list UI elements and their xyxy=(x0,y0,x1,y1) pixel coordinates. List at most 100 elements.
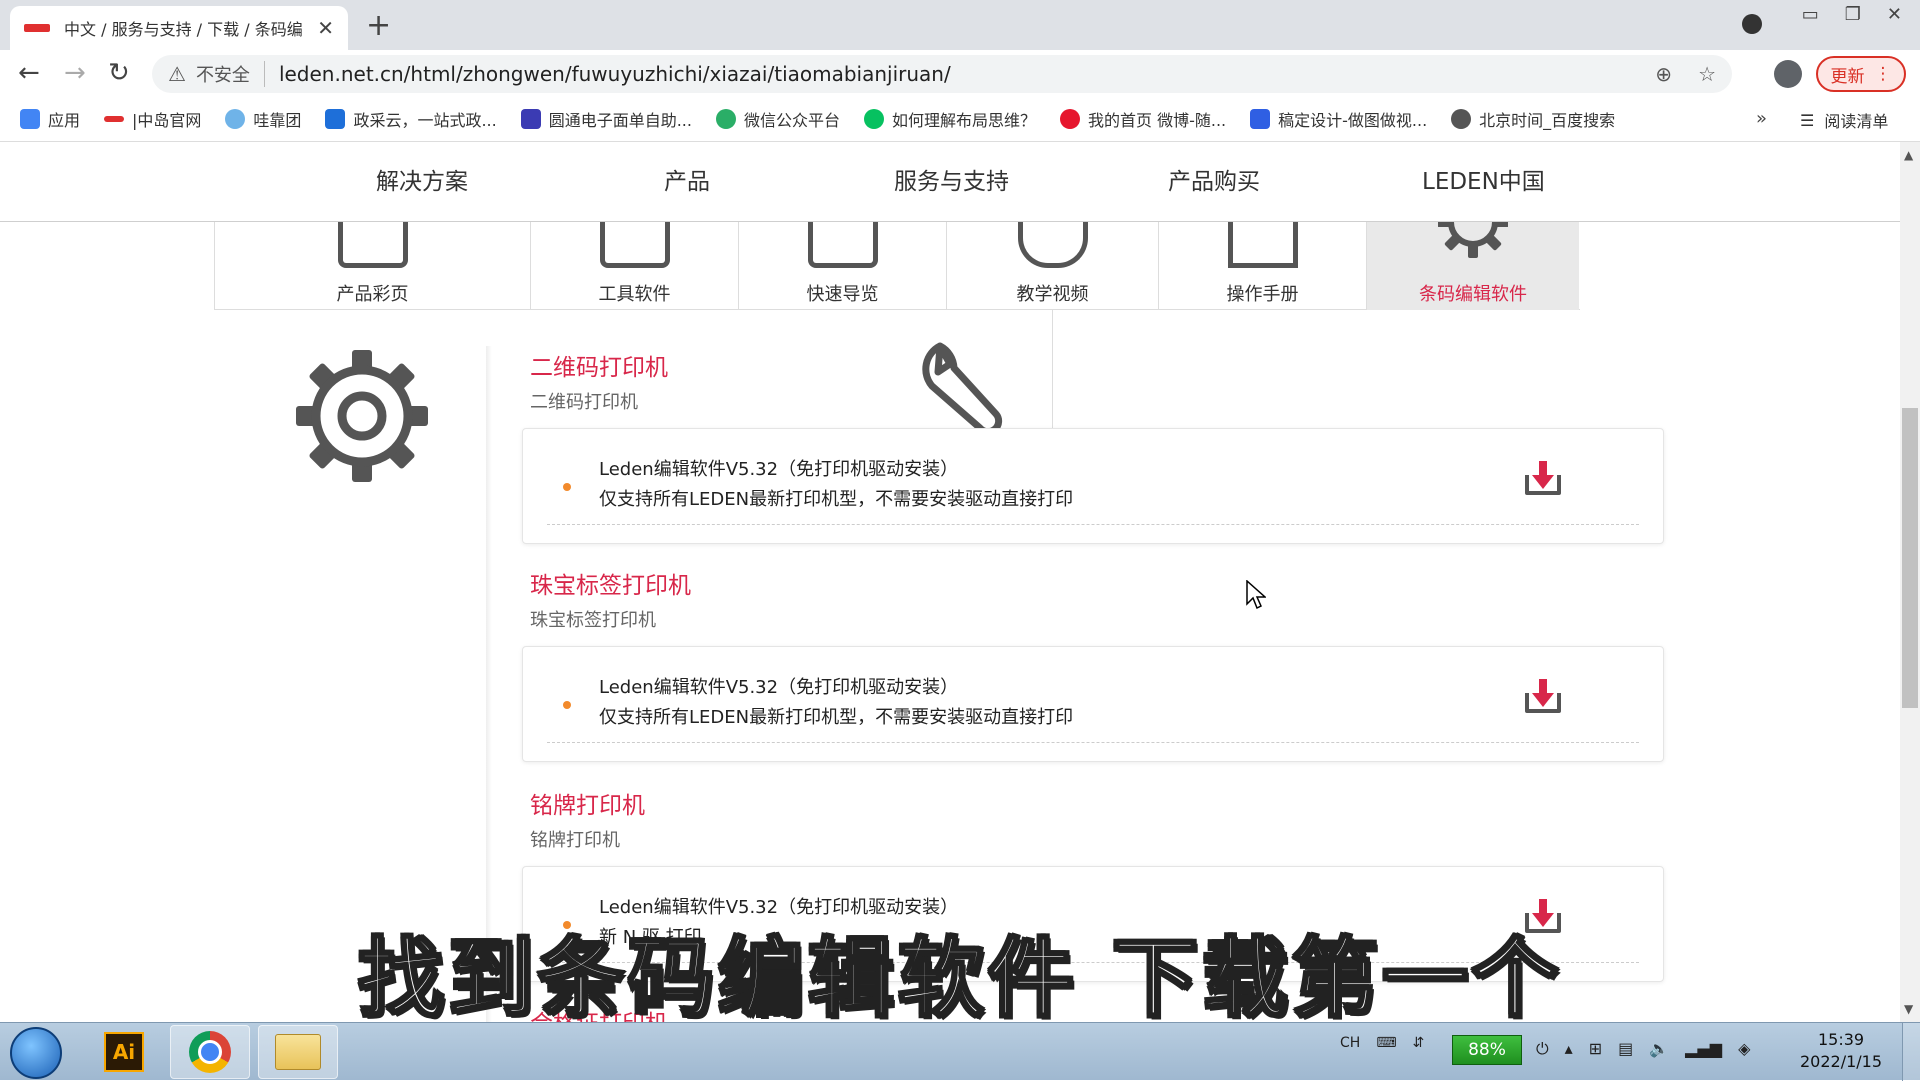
download-item: Leden编辑软件V5.32（免打印机驱动安装） 仅支持所有LEDEN最新打印机… xyxy=(522,428,1664,544)
clock-time: 15:39 xyxy=(1817,1030,1865,1049)
gear-icon xyxy=(296,350,428,482)
section-title[interactable]: 珠宝标签打印机 xyxy=(530,566,691,600)
back-icon[interactable]: ← xyxy=(18,58,40,88)
category-label: 快速导览 xyxy=(806,284,879,305)
section-title[interactable]: 铭牌打印机 xyxy=(530,786,645,820)
battery-indicator[interactable]: 88% xyxy=(1452,1035,1522,1065)
restore-icon[interactable]: ❐ xyxy=(1845,4,1861,25)
nav-purchase[interactable]: 产品购买 xyxy=(1168,162,1260,196)
gear-icon xyxy=(1438,222,1508,268)
chrome-icon xyxy=(189,1031,231,1073)
new-tab-button[interactable]: + xyxy=(366,8,391,43)
section-title[interactable]: 二维码打印机 xyxy=(530,348,668,382)
nav-products[interactable]: 产品 xyxy=(664,162,710,196)
taskbar-app-illustrator[interactable]: Ai xyxy=(84,1025,164,1079)
bookmark-item[interactable]: 政采云，一站式政... xyxy=(325,107,497,131)
taskbar-app-chrome[interactable] xyxy=(170,1025,250,1079)
update-button[interactable]: 更新 ⋮ xyxy=(1816,56,1906,92)
bookmark-star-icon[interactable]: ☆ xyxy=(1698,62,1716,86)
signal-icon[interactable]: ▂▄▆ xyxy=(1685,1039,1722,1059)
keyboard-icon[interactable]: ⌨ xyxy=(1376,1035,1396,1051)
category-tutorial-video[interactable]: 教学视频 xyxy=(947,222,1159,310)
reading-list-icon: ☰ xyxy=(1800,110,1815,130)
apps-grid-icon xyxy=(20,108,40,129)
globe-icon xyxy=(1451,108,1472,129)
ime-options-icon[interactable]: ⇵ xyxy=(1413,1035,1425,1051)
leden-favicon-icon xyxy=(24,24,50,32)
dashed-divider xyxy=(547,742,1639,743)
category-label: 条码编辑软件 xyxy=(1419,284,1527,305)
nav-service-support[interactable]: 服务与支持 xyxy=(894,162,1009,196)
download-item: Leden编辑软件V5.32（免打印机驱动安装） 仅支持所有LEDEN最新打印机… xyxy=(522,646,1664,762)
address-bar[interactable]: ⚠ 不安全 leden.net.cn/html/zhongwen/fuwuyuz… xyxy=(152,55,1732,93)
url-text[interactable]: leden.net.cn/html/zhongwen/fuwuyuzhichi/… xyxy=(279,62,951,86)
volume-icon[interactable]: 🔈 xyxy=(1649,1039,1669,1059)
item-name: Leden编辑软件V5.32（免打印机驱动安装） xyxy=(599,459,959,480)
bookmark-item[interactable]: 哇靠团 xyxy=(225,107,301,131)
taskbar-app-explorer[interactable] xyxy=(258,1025,338,1079)
scroll-up-icon[interactable]: ▲ xyxy=(1904,148,1913,162)
bookmark-item[interactable]: 应用 xyxy=(20,107,80,131)
download-icon[interactable] xyxy=(1523,677,1563,717)
download-category-bar: 产品彩页 工具软件 快速导览 教学视频 操作手册 条码编辑软件 xyxy=(214,222,1580,310)
category-manual[interactable]: 操作手册 xyxy=(1159,222,1367,310)
quick-guide-icon xyxy=(807,222,878,268)
ime-indicator[interactable]: CH xyxy=(1340,1035,1360,1051)
menu-dots-icon: ⋮ xyxy=(1874,64,1892,84)
bookmark-item[interactable]: 如何理解布局思维？ xyxy=(863,107,1036,131)
device-icon[interactable]: ▤ xyxy=(1618,1039,1633,1059)
tab-close-icon[interactable]: ✕ xyxy=(317,16,334,40)
illustrator-icon: Ai xyxy=(104,1032,144,1072)
category-quick-guide[interactable]: 快速导览 xyxy=(739,222,947,310)
network-status-icon[interactable]: ⊞ xyxy=(1589,1039,1602,1059)
profile-avatar-icon[interactable] xyxy=(1774,60,1802,88)
tab-strip: 中文 / 服务与支持 / 下载 / 条码编 ✕ + ▭ ❐ ✕ xyxy=(0,0,1920,50)
bookmark-item[interactable]: 北京时间_百度搜索 xyxy=(1451,107,1615,131)
tray-expand-icon[interactable]: ▴ xyxy=(1565,1039,1573,1059)
category-brochure[interactable]: 产品彩页 xyxy=(215,222,531,310)
category-label: 工具软件 xyxy=(598,284,671,305)
section-subtitle: 珠宝标签打印机 xyxy=(530,610,656,631)
bookmark-item[interactable]: 我的首页 微博-随... xyxy=(1060,107,1226,131)
download-icon[interactable] xyxy=(1523,459,1563,499)
warning-icon: ⚠ xyxy=(168,62,186,86)
bookmark-item[interactable]: 圆通电子面单自助... xyxy=(520,107,692,131)
active-tab[interactable]: 中文 / 服务与支持 / 下载 / 条码编 ✕ xyxy=(10,6,348,50)
bookmark-item[interactable]: |中岛官网 xyxy=(104,107,201,131)
power-plug-icon[interactable]: ⏻ xyxy=(1536,1039,1549,1059)
video-subtitle: 找到条码编辑软件 下载第一个 xyxy=(357,928,1562,1031)
nav-solutions[interactable]: 解决方案 xyxy=(376,162,468,196)
system-clock[interactable]: 15:39 2022/1/15 xyxy=(1800,1029,1882,1073)
scrollbar-thumb[interactable] xyxy=(1902,408,1918,708)
category-tools[interactable]: 工具软件 xyxy=(531,222,739,310)
scroll-down-icon[interactable]: ▼ xyxy=(1904,1002,1913,1016)
bookmark-item[interactable]: 微信公众平台 xyxy=(715,107,840,131)
category-label: 教学视频 xyxy=(1016,284,1089,305)
leden-favicon-icon xyxy=(104,115,125,122)
clock-date: 2022/1/15 xyxy=(1800,1052,1883,1071)
reload-icon[interactable]: ↻ xyxy=(108,58,130,88)
monitor-icon xyxy=(1017,222,1088,268)
tab-search-icon[interactable] xyxy=(1742,14,1762,34)
show-desktop-button[interactable] xyxy=(1902,1023,1920,1081)
bookmark-item[interactable]: 稿定设计-做图做视... xyxy=(1250,107,1427,131)
section-subtitle: 铭牌打印机 xyxy=(530,830,620,851)
wrench-icon xyxy=(922,342,1003,436)
item-description: 仅支持所有LEDEN最新打印机型，不需要安装驱动直接打印 xyxy=(599,489,1074,510)
insecure-label[interactable]: 不安全 xyxy=(196,61,265,87)
tools-icon xyxy=(599,222,670,268)
close-window-icon[interactable]: ✕ xyxy=(1887,4,1902,25)
mouse-cursor-icon xyxy=(1246,580,1266,610)
category-barcode-software[interactable]: 条码编辑软件 xyxy=(1367,222,1579,310)
update-label: 更新 xyxy=(1830,66,1865,87)
gaoding-icon xyxy=(1250,108,1271,129)
start-button[interactable] xyxy=(10,1027,62,1079)
zoom-icon[interactable]: ⊕ xyxy=(1655,62,1672,86)
bookmarks-overflow-icon[interactable]: » xyxy=(1756,108,1767,129)
nav-leden-china[interactable]: LEDEN中国 xyxy=(1422,162,1545,196)
yuantong-icon xyxy=(520,108,541,129)
forward-icon[interactable]: → xyxy=(64,58,86,88)
reading-list-button[interactable]: ☰ 阅读清单 xyxy=(1800,108,1888,132)
security-icon[interactable]: ◈ xyxy=(1738,1039,1750,1059)
minimize-icon[interactable]: ▭ xyxy=(1802,4,1819,25)
